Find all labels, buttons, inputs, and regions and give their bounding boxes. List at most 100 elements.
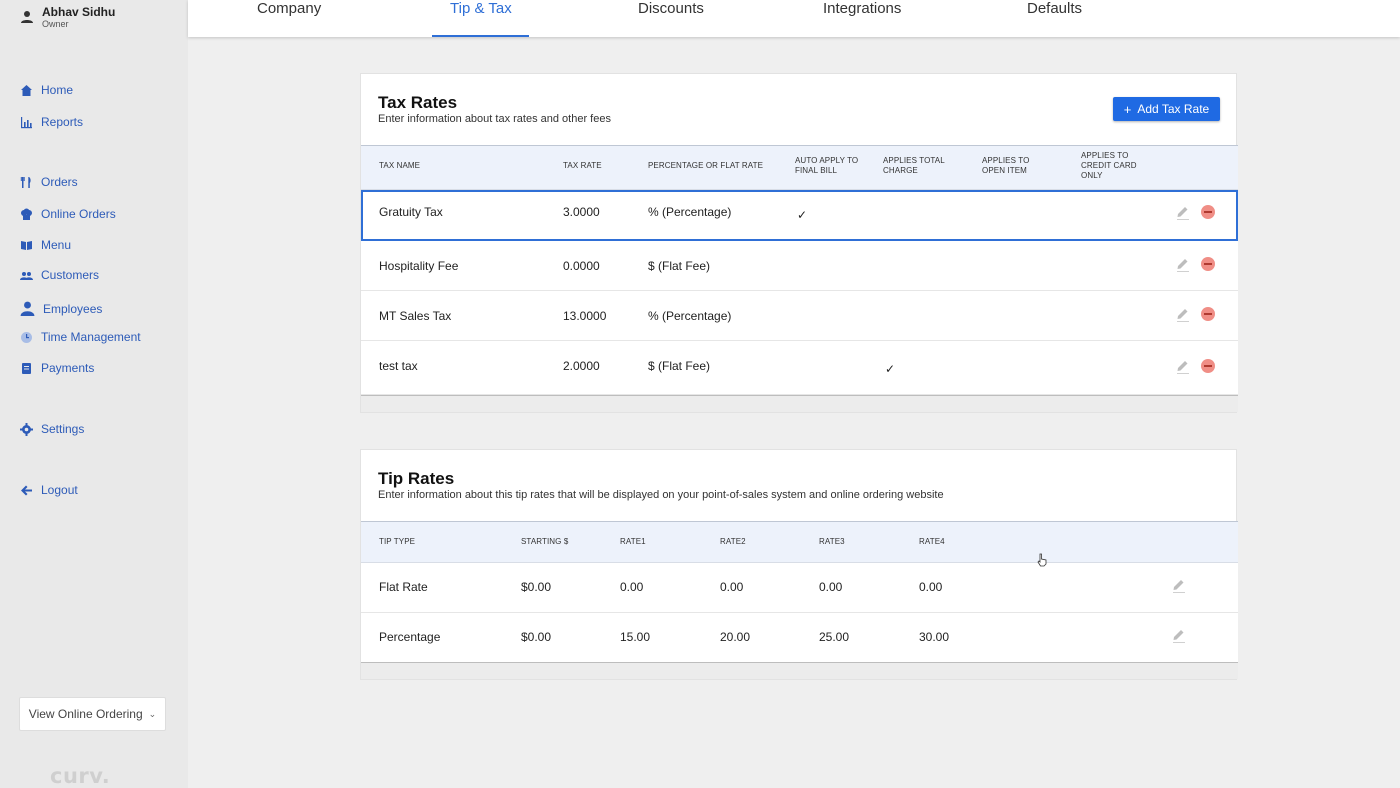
sidebar-item-label: Payments — [41, 361, 95, 375]
sidebar-item-menu[interactable]: Menu — [20, 238, 71, 252]
tab-company[interactable]: Company — [257, 0, 321, 37]
pencil-icon[interactable] — [1176, 358, 1190, 374]
sidebar-item-logout[interactable]: Logout — [20, 483, 78, 497]
sidebar-item-reports[interactable]: Reports — [20, 115, 83, 129]
pencil-icon[interactable] — [1176, 306, 1190, 322]
tab-discounts[interactable]: Discounts — [638, 0, 704, 37]
tip-rate4-cell: 30.00 — [919, 630, 950, 644]
column-header-rate1[interactable]: RATE1 — [620, 537, 646, 547]
pencil-icon[interactable] — [1176, 256, 1190, 272]
table-row[interactable]: Gratuity Tax 3.0000 % (Percentage) ✓ — [361, 190, 1238, 241]
person-icon — [20, 301, 35, 316]
tax-rates-subtitle: Enter information about tax rates and ot… — [378, 113, 611, 125]
sidebar-item-label: Online Orders — [41, 207, 116, 221]
add-tax-rate-button[interactable]: + Add Tax Rate — [1113, 97, 1220, 121]
tip-table-header: TIP TYPE STARTING $ RATE1 RATE2 RATE3 RA… — [361, 521, 1238, 563]
pencil-icon[interactable] — [1176, 204, 1190, 220]
column-header-tax-name[interactable]: TAX NAME — [379, 161, 420, 171]
column-header-applies-open-item[interactable]: APPLIES TO OPEN ITEM — [982, 156, 1042, 176]
tip-rate4-cell: 0.00 — [919, 580, 943, 594]
tab-tip-and-tax[interactable]: Tip & Tax — [450, 0, 512, 37]
tax-name-cell: Hospitality Fee — [379, 259, 459, 273]
sidebar-item-label: Customers — [41, 268, 100, 282]
sidebar-item-employees[interactable]: Employees — [20, 301, 102, 316]
column-header-rate4[interactable]: RATE4 — [919, 537, 945, 547]
user-profile[interactable]: Abhav Sidhu Owner — [20, 6, 115, 30]
column-header-tax-rate[interactable]: TAX RATE — [563, 161, 602, 171]
sidebar-item-settings[interactable]: Settings — [20, 422, 84, 436]
total-charge-check-icon: ✓ — [885, 362, 896, 376]
sidebar-item-orders[interactable]: Orders — [20, 175, 78, 189]
table-row[interactable]: Percentage $0.00 15.00 20.00 25.00 30.00 — [361, 613, 1238, 663]
sidebar-item-online-orders[interactable]: Online Orders — [20, 207, 116, 221]
tip-rate3-cell: 25.00 — [819, 630, 850, 644]
column-header-percentage-or-flat[interactable]: PERCENTAGE OR FLAT RATE — [648, 161, 763, 171]
table-row[interactable]: test tax 2.0000 $ (Flat Fee) ✓ — [361, 341, 1238, 395]
view-online-ordering-button[interactable]: View Online Ordering ⌄ — [19, 697, 166, 731]
tax-rate-cell: 3.0000 — [563, 205, 600, 219]
remove-icon[interactable] — [1201, 359, 1215, 373]
tax-type-cell: % (Percentage) — [648, 205, 732, 219]
sidebar-item-customers[interactable]: Customers — [20, 268, 99, 282]
chart-icon — [21, 116, 32, 128]
pencil-icon[interactable] — [1172, 577, 1186, 593]
tax-rate-cell: 2.0000 — [563, 359, 600, 373]
tip-rates-title: Tip Rates — [378, 469, 455, 488]
tip-rate1-cell: 15.00 — [620, 630, 651, 644]
tip-type-cell: Flat Rate — [379, 580, 428, 594]
column-header-rate3[interactable]: RATE3 — [819, 537, 845, 547]
pencil-icon[interactable] — [1172, 627, 1186, 643]
sidebar-item-label: Home — [41, 83, 74, 97]
tax-name-cell: test tax — [379, 359, 418, 373]
settings-tab-bar — [188, 0, 1400, 37]
people-icon — [20, 271, 33, 280]
tip-starting-cell: $0.00 — [521, 630, 552, 644]
column-header-rate2[interactable]: RATE2 — [720, 537, 746, 547]
remove-icon[interactable] — [1201, 257, 1215, 271]
tip-rate1-cell: 0.00 — [620, 580, 644, 594]
tax-name-cell: MT Sales Tax — [379, 309, 452, 323]
tip-rate2-cell: 0.00 — [720, 580, 744, 594]
table-row[interactable]: Hospitality Fee 0.0000 $ (Flat Fee) — [361, 241, 1238, 291]
sidebar-item-label: Settings — [41, 422, 85, 436]
column-header-applies-total-charge[interactable]: APPLIES TOTAL CHARGE — [883, 156, 955, 176]
remove-icon[interactable] — [1201, 307, 1215, 321]
brand-logo: curv. — [50, 764, 111, 788]
sidebar-item-label: Time Management — [41, 330, 141, 344]
add-tax-rate-label: Add Tax Rate — [1137, 102, 1210, 116]
sidebar-item-label: Logout — [41, 483, 78, 497]
column-header-starting[interactable]: STARTING $ — [521, 537, 568, 547]
auto-apply-check-icon: ✓ — [797, 208, 808, 222]
column-header-auto-apply[interactable]: AUTO APPLY TO FINAL BILL — [795, 156, 867, 176]
remove-icon[interactable] — [1201, 205, 1215, 219]
hand-cursor-icon — [1037, 553, 1047, 567]
table-row[interactable]: Flat Rate $0.00 0.00 0.00 0.00 0.00 — [361, 563, 1238, 613]
tax-table-footer — [361, 395, 1238, 412]
gear-icon — [20, 422, 33, 436]
column-header-applies-credit-card[interactable]: APPLIES TO CREDIT CARD ONLY — [1081, 151, 1141, 181]
user-icon — [21, 11, 33, 23]
tip-rates-subtitle: Enter information about this tip rates t… — [378, 489, 944, 501]
sidebar-item-time-management[interactable]: Time Management — [20, 330, 141, 344]
sidebar-item-home[interactable]: Home — [20, 83, 73, 97]
tab-integrations[interactable]: Integrations — [823, 0, 901, 37]
tax-name-cell: Gratuity Tax — [379, 205, 443, 219]
user-name: Abhav Sidhu — [42, 5, 116, 19]
table-row[interactable]: MT Sales Tax 13.0000 % (Percentage) — [361, 291, 1238, 341]
tip-rates-card: Tip Rates Enter information about this t… — [360, 449, 1238, 680]
sidebar-item-label: Menu — [41, 238, 72, 252]
chevron-down-icon: ⌄ — [148, 708, 157, 719]
tax-rate-cell: 13.0000 — [563, 309, 607, 323]
sidebar-item-label: Orders — [41, 175, 78, 189]
arrow-left-icon — [21, 485, 32, 495]
user-role: Owner — [42, 19, 69, 29]
tab-defaults[interactable]: Defaults — [1027, 0, 1082, 37]
book-icon — [21, 240, 32, 250]
tip-starting-cell: $0.00 — [521, 580, 552, 594]
column-header-tip-type[interactable]: TIP TYPE — [379, 537, 415, 547]
tip-rate2-cell: 20.00 — [720, 630, 751, 644]
sidebar: Abhav Sidhu Owner Home Reports Orders On… — [0, 0, 188, 788]
active-tab-indicator — [432, 35, 529, 37]
utensils-icon — [20, 176, 31, 188]
sidebar-item-payments[interactable]: Payments — [20, 361, 94, 375]
